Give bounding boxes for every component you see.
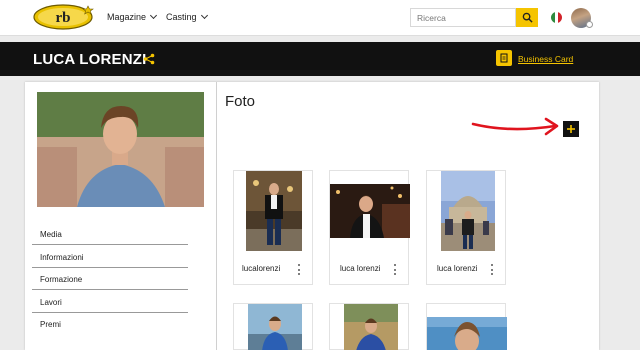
photo-thumbnail[interactable] xyxy=(246,171,302,251)
photo-thumbnail-image xyxy=(246,171,302,251)
photo-caption: luca lorenzi xyxy=(437,264,478,273)
photo-thumbnail[interactable] xyxy=(441,171,495,251)
photo-thumbnail[interactable] xyxy=(248,304,302,350)
user-icon xyxy=(586,21,593,28)
sidebar-item-informazioni[interactable]: Informazioni xyxy=(32,246,188,268)
chevron-down-icon xyxy=(149,11,158,20)
photo-thumbnail-image xyxy=(344,304,398,350)
share-icon[interactable] xyxy=(143,53,155,65)
sidebar-item-label: Lavori xyxy=(40,298,62,307)
sidebar-item-label: Premi xyxy=(40,320,61,329)
photo-thumbnail-image xyxy=(427,317,507,350)
sidebar-item-label: Informazioni xyxy=(40,253,84,262)
site-logo[interactable]: rb xyxy=(32,3,94,31)
photo-card[interactable] xyxy=(426,303,507,350)
sidebar-item-formazione[interactable]: Formazione xyxy=(32,268,188,290)
nav-magazine-label: Magazine xyxy=(107,12,147,22)
search-icon xyxy=(522,12,533,23)
profile-name: LUCA LORENZI xyxy=(33,51,147,68)
photo-card[interactable]: lucalorenzi xyxy=(233,170,313,285)
profile-photo[interactable] xyxy=(37,92,204,207)
more-options-icon[interactable] xyxy=(296,264,302,275)
photo-thumbnail-image xyxy=(248,304,302,350)
plus-icon xyxy=(567,125,575,133)
italy-flag-icon[interactable] xyxy=(551,12,562,23)
photo-card[interactable] xyxy=(233,303,313,350)
column-divider xyxy=(216,82,217,350)
sidebar-item-premi[interactable]: Premi xyxy=(32,313,188,335)
profile-photo-image xyxy=(37,92,204,207)
photo-thumbnail-image xyxy=(441,171,495,251)
business-card-link[interactable]: Business Card xyxy=(518,54,573,64)
business-card-icon[interactable] xyxy=(496,50,512,66)
photo-card[interactable] xyxy=(329,303,409,350)
photo-thumbnail[interactable] xyxy=(344,304,398,350)
nav-casting[interactable]: Casting xyxy=(166,11,208,22)
more-options-icon[interactable] xyxy=(392,264,398,275)
more-options-icon[interactable] xyxy=(489,264,495,275)
sidebar-item-label: Formazione xyxy=(40,275,83,284)
add-photo-button[interactable] xyxy=(563,121,579,137)
red-arrow-annotation xyxy=(471,117,559,136)
photo-thumbnail[interactable] xyxy=(330,184,410,238)
nav-casting-label: Casting xyxy=(166,12,197,22)
photo-thumbnail[interactable] xyxy=(427,317,507,350)
sidebar-item-label: Media xyxy=(40,230,62,239)
sidebar-item-media[interactable]: Media xyxy=(32,223,188,245)
search-button[interactable] xyxy=(516,8,538,27)
photo-card[interactable]: luca lorenzi xyxy=(329,170,410,285)
search-input[interactable] xyxy=(410,8,516,27)
photo-card[interactable]: luca lorenzi xyxy=(426,170,506,285)
sidebar-item-lavori[interactable]: Lavori xyxy=(32,291,188,313)
svg-text:rb: rb xyxy=(56,10,71,26)
photo-caption: lucalorenzi xyxy=(242,264,281,273)
photo-thumbnail-image xyxy=(330,184,410,238)
top-navbar: rb Magazine Casting xyxy=(0,0,640,36)
section-title: Foto xyxy=(225,93,256,110)
chevron-down-icon xyxy=(200,11,208,20)
nav-magazine[interactable]: Magazine xyxy=(107,11,158,22)
photo-caption: luca lorenzi xyxy=(340,264,381,273)
document-icon xyxy=(500,53,508,63)
